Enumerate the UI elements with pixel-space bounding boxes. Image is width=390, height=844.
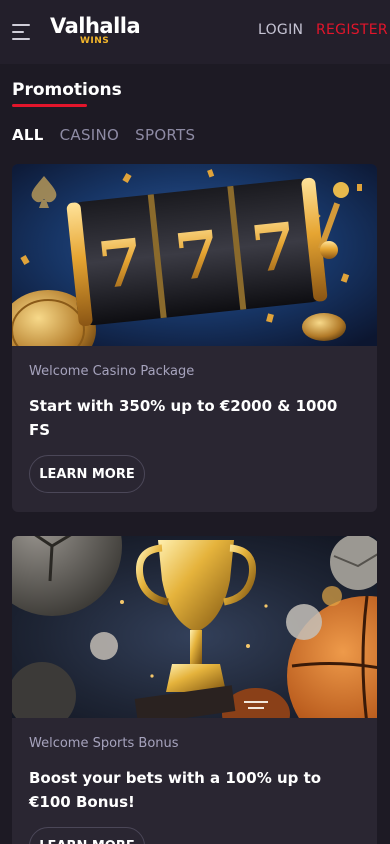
tab-sports[interactable]: SPORTS xyxy=(135,126,195,144)
logo-wordmark: Valhalla xyxy=(50,14,141,38)
login-button[interactable]: LOGIN xyxy=(258,22,303,38)
logo[interactable]: Valhalla WINS xyxy=(50,14,141,50)
promotion-headline: Start with 350% up to €2000 & 1000 FS xyxy=(29,397,338,439)
svg-text:7: 7 xyxy=(248,209,300,288)
promotion-category: Welcome Sports Bonus xyxy=(29,736,179,751)
top-header: Valhalla WINS LOGIN REGISTER xyxy=(0,0,390,64)
promotion-headline: Boost your bets with a 100% up to €100 B… xyxy=(29,769,322,811)
learn-more-button[interactable]: LEARN MORE xyxy=(29,827,145,844)
menu-icon[interactable] xyxy=(12,24,30,40)
svg-text:7: 7 xyxy=(95,225,147,304)
tab-all[interactable]: ALL xyxy=(12,126,44,144)
slot-machine-image: 7 7 7 xyxy=(12,164,377,346)
title-underline xyxy=(12,104,87,107)
register-button[interactable]: REGISTER xyxy=(316,22,388,38)
promotion-card-sports: Welcome Sports Bonus Boost your bets wit… xyxy=(12,536,377,844)
page-title: Promotions xyxy=(12,80,122,100)
logo-subtitle: WINS xyxy=(80,36,110,46)
promotion-card-casino: 7 7 7 Welcome Casino Package Start with … xyxy=(12,164,377,512)
learn-more-button[interactable]: LEARN MORE xyxy=(29,455,145,493)
tab-casino[interactable]: CASINO xyxy=(60,126,120,144)
svg-text:7: 7 xyxy=(171,217,223,296)
filter-tabs: ALL CASINO SPORTS xyxy=(12,126,195,144)
promotion-category: Welcome Casino Package xyxy=(29,364,195,379)
trophy-image xyxy=(12,536,377,718)
